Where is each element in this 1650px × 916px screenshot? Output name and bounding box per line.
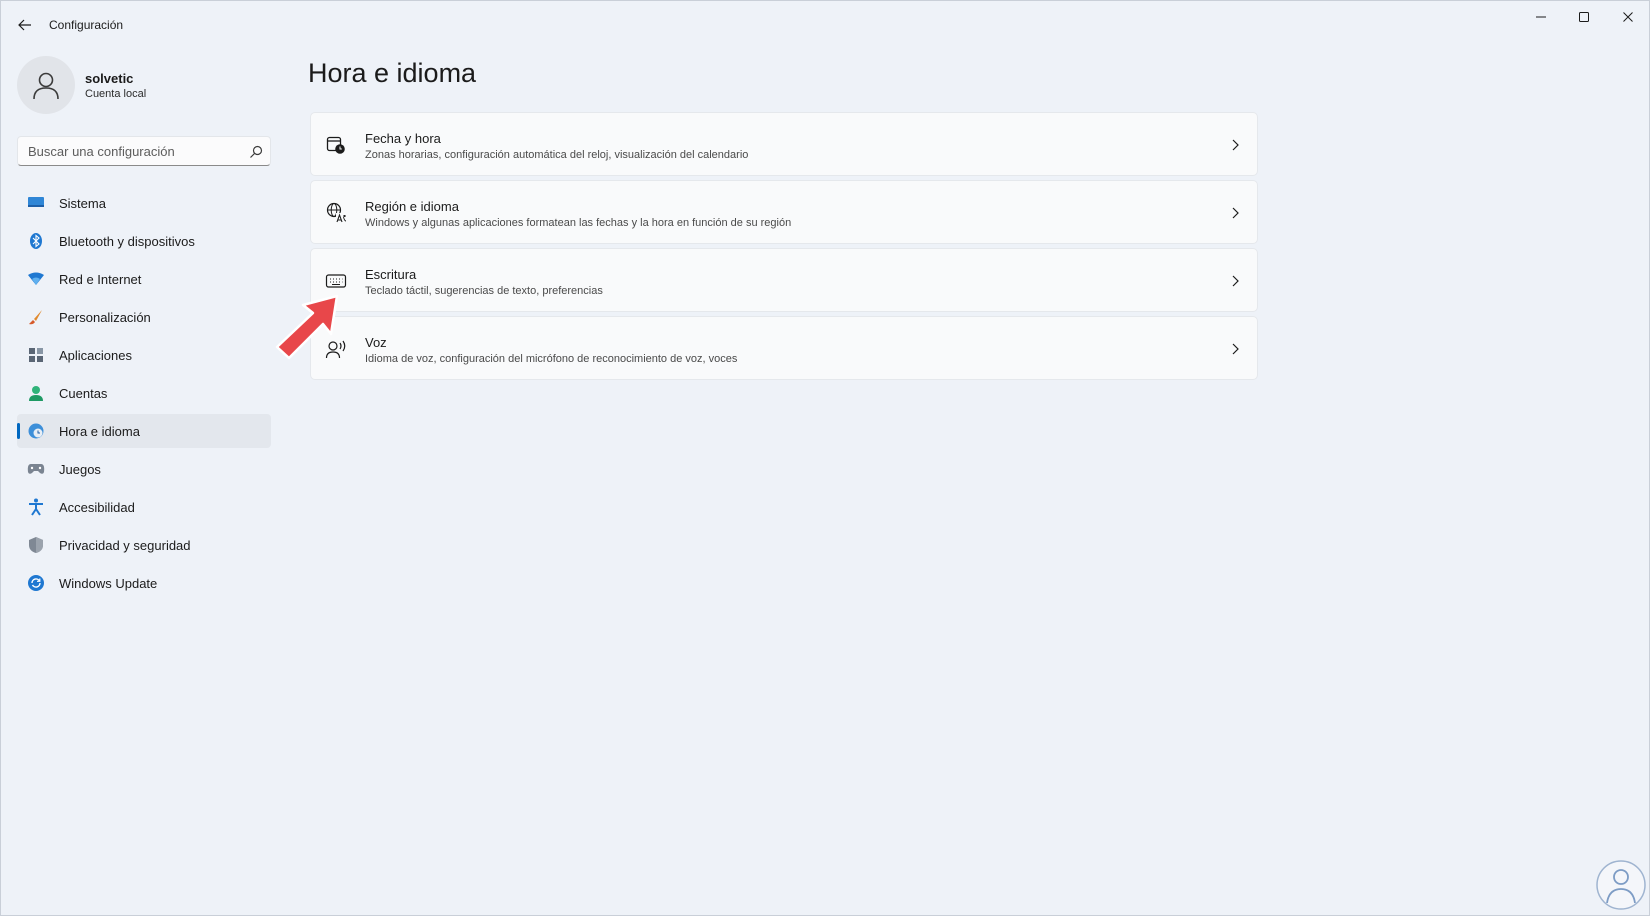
search-icon[interactable]	[248, 144, 264, 160]
close-icon	[1623, 12, 1633, 22]
settings-list: Fecha y hora Zonas horarias, configuraci…	[310, 112, 1258, 384]
back-button[interactable]	[11, 11, 39, 39]
back-arrow-icon	[18, 19, 31, 31]
card-description: Windows y algunas aplicaciones formatean…	[365, 217, 792, 229]
sidebar-item-windows-update[interactable]: Windows Update	[17, 566, 271, 600]
accessibility-icon	[27, 498, 45, 516]
sidebar-item-label: Red e Internet	[59, 271, 142, 287]
sidebar-item-aplicaciones[interactable]: Aplicaciones	[17, 338, 271, 372]
chevron-right-icon	[1232, 207, 1239, 219]
sidebar-item-privacidad[interactable]: Privacidad y seguridad	[17, 528, 271, 562]
sidebar-item-hora-idioma[interactable]: Hora e idioma	[17, 414, 271, 448]
sidebar-item-label: Hora e idioma	[59, 423, 140, 439]
card-description: Idioma de voz, configuración del micrófo…	[365, 353, 738, 365]
search-input[interactable]	[18, 137, 238, 165]
sidebar-item-label: Aplicaciones	[59, 347, 132, 363]
card-fecha-hora[interactable]: Fecha y hora Zonas horarias, configuraci…	[310, 112, 1258, 176]
chevron-right-icon	[1232, 343, 1239, 355]
sidebar-item-label: Personalización	[59, 309, 151, 325]
card-title: Escritura	[365, 267, 417, 282]
close-button[interactable]	[1606, 1, 1650, 33]
keyboard-icon	[325, 270, 347, 292]
annotation-arrow-icon	[275, 294, 339, 360]
shield-icon	[27, 536, 45, 554]
sidebar-item-juegos[interactable]: Juegos	[17, 452, 271, 486]
sidebar-item-label: Juegos	[59, 461, 101, 477]
sidebar-item-label: Bluetooth y dispositivos	[59, 233, 195, 249]
card-voz[interactable]: Voz Idioma de voz, configuración del mic…	[310, 316, 1258, 380]
monitor-icon	[27, 194, 45, 212]
title-bar: Configuración	[1, 1, 1649, 49]
sidebar-item-bluetooth[interactable]: Bluetooth y dispositivos	[17, 224, 271, 258]
apps-icon	[27, 346, 45, 364]
card-title: Región e idioma	[365, 199, 459, 214]
card-escritura[interactable]: Escritura Teclado táctil, sugerencias de…	[310, 248, 1258, 312]
maximize-button[interactable]	[1562, 1, 1606, 33]
wifi-icon	[27, 270, 45, 288]
card-title: Voz	[365, 335, 387, 350]
profile-name: solvetic	[85, 71, 134, 86]
calendar-clock-icon	[325, 134, 347, 156]
globe-clock-icon	[27, 422, 45, 440]
card-description: Zonas horarias, configuración automática…	[365, 149, 749, 161]
sidebar-item-label: Privacidad y seguridad	[59, 537, 191, 553]
page-title: Hora e idioma	[308, 58, 477, 88]
watermark-logo-icon	[1596, 860, 1646, 910]
settings-search-box[interactable]	[17, 136, 271, 166]
profile-account-type: Cuenta local	[85, 88, 147, 100]
app-title: Configuración	[49, 18, 124, 32]
avatar	[17, 56, 75, 114]
card-region-idioma[interactable]: Región e idioma Windows y algunas aplica…	[310, 180, 1258, 244]
brush-icon	[27, 308, 45, 326]
bluetooth-icon	[27, 232, 45, 250]
maximize-icon	[1579, 12, 1589, 22]
sidebar-item-personalizacion[interactable]: Personalización	[17, 300, 271, 334]
sidebar-item-cuentas[interactable]: Cuentas	[17, 376, 271, 410]
update-icon	[27, 574, 45, 592]
chevron-right-icon	[1232, 275, 1239, 287]
sidebar-item-label: Sistema	[59, 195, 106, 211]
sidebar-item-accesibilidad[interactable]: Accesibilidad	[17, 490, 271, 524]
sidebar-item-red[interactable]: Red e Internet	[17, 262, 271, 296]
sidebar-item-label: Accesibilidad	[59, 499, 135, 515]
minimize-icon	[1536, 16, 1546, 18]
settings-window: Configuración solvetic Cuenta local Busc…	[0, 0, 1650, 916]
sidebar-item-label: Cuentas	[59, 385, 108, 401]
sidebar-item-sistema[interactable]: Sistema	[17, 186, 271, 220]
sidebar-nav: Sistema Bluetooth y dispositivos Red e I…	[17, 186, 271, 604]
person-icon	[27, 384, 45, 402]
card-description: Teclado táctil, sugerencias de texto, pr…	[365, 285, 603, 297]
user-avatar-icon	[33, 72, 59, 100]
minimize-button[interactable]	[1519, 1, 1563, 33]
gamepad-icon	[27, 460, 45, 478]
card-title: Fecha y hora	[365, 131, 441, 146]
language-icon	[325, 202, 347, 224]
sidebar-item-label: Windows Update	[59, 575, 158, 591]
user-profile[interactable]: solvetic Cuenta local	[17, 56, 277, 114]
chevron-right-icon	[1232, 139, 1239, 151]
